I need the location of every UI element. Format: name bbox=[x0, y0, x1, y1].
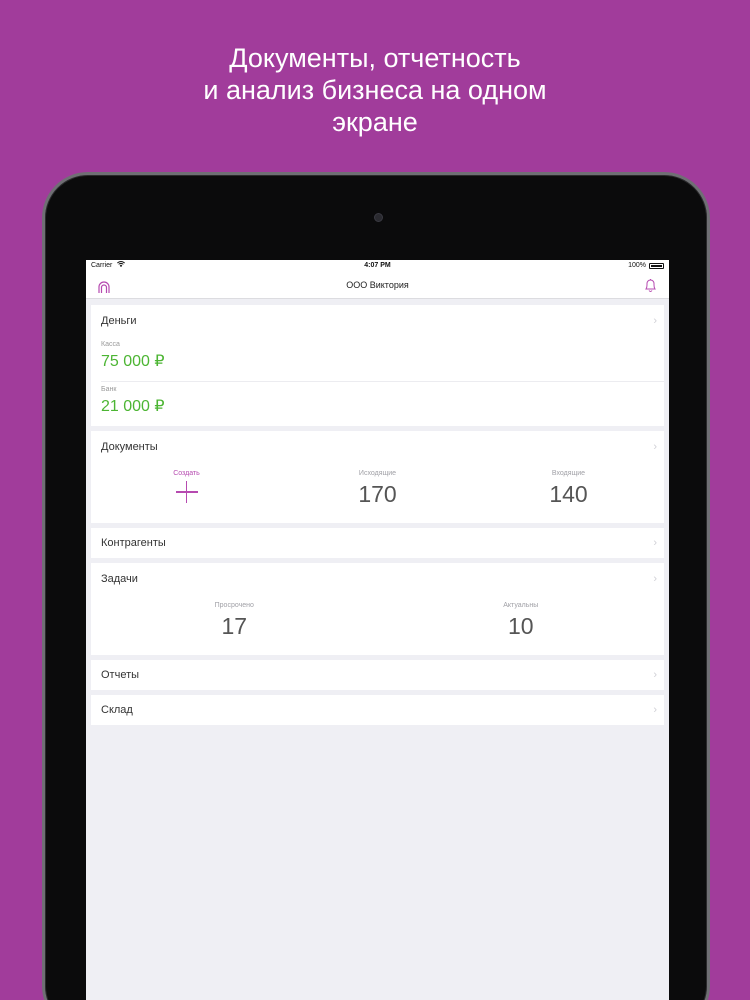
chevron-right-icon: › bbox=[653, 441, 657, 453]
plus-icon[interactable] bbox=[175, 481, 198, 503]
tasks-header[interactable]: Задачи › bbox=[91, 563, 664, 595]
overdue-tasks[interactable]: Просрочено 17 bbox=[91, 595, 378, 640]
chevron-right-icon: › bbox=[653, 315, 657, 327]
warehouse-title: Склад bbox=[101, 704, 133, 716]
reports-title: Отчеты bbox=[101, 669, 140, 681]
warehouse-header[interactable]: Склад › bbox=[91, 695, 664, 725]
battery-icon bbox=[649, 263, 664, 269]
chevron-right-icon: › bbox=[653, 704, 657, 716]
money-header[interactable]: Деньги › bbox=[91, 305, 664, 337]
documents-header[interactable]: Документы › bbox=[91, 431, 664, 463]
nav-bar: ООО Виктория bbox=[86, 272, 669, 299]
chevron-right-icon: › bbox=[653, 537, 657, 549]
chevron-right-icon: › bbox=[653, 573, 657, 585]
contractors-header[interactable]: Контрагенты › bbox=[91, 528, 664, 558]
incoming-value: 140 bbox=[549, 481, 588, 507]
headline-line-2: и анализ бизнеса на одном bbox=[203, 75, 547, 105]
outgoing-value: 170 bbox=[358, 481, 397, 507]
status-time: 4:07 PM bbox=[364, 262, 391, 269]
actual-value: 10 bbox=[507, 613, 534, 639]
battery-percent: 100% bbox=[628, 262, 646, 269]
chevron-right-icon: › bbox=[653, 669, 657, 681]
documents-title: Документы bbox=[101, 441, 158, 453]
money-row-cash[interactable]: Касса 75 000 ₽ bbox=[91, 337, 664, 381]
money-title: Деньги bbox=[101, 315, 137, 327]
documents-stats: Создать Исходящие 170 Входящие 140 bbox=[91, 463, 664, 523]
tasks-stats: Просрочено 17 Актуальны 10 bbox=[91, 595, 664, 655]
cash-value: 75 000 ₽ bbox=[101, 353, 165, 370]
contractors-card[interactable]: Контрагенты › bbox=[91, 528, 664, 558]
incoming-label: Входящие bbox=[551, 470, 586, 477]
incoming-documents[interactable]: Входящие 140 bbox=[473, 463, 664, 508]
app-screen: Carrier 4:07 PM 100% ООО Виктория Деньги… bbox=[86, 260, 669, 1000]
outgoing-documents[interactable]: Исходящие 170 bbox=[282, 463, 473, 508]
overdue-label: Просрочено bbox=[214, 602, 254, 609]
profile-icon[interactable] bbox=[97, 278, 111, 293]
contractors-title: Контрагенты bbox=[101, 537, 166, 549]
cash-label: Касса bbox=[101, 341, 120, 348]
headline-line-1: Документы, отчетность bbox=[229, 43, 521, 73]
actual-tasks[interactable]: Актуальны 10 bbox=[378, 595, 665, 640]
camera-icon bbox=[374, 213, 383, 222]
headline-line-3: экране bbox=[332, 107, 418, 137]
dashboard-content: Деньги › Касса 75 000 ₽ Банк 21 000 ₽ До… bbox=[86, 299, 669, 725]
documents-card[interactable]: Документы › Создать Исходящие 170 Входящ… bbox=[91, 431, 664, 523]
bank-label: Банк bbox=[101, 386, 117, 393]
warehouse-card[interactable]: Склад › bbox=[91, 695, 664, 725]
reports-card[interactable]: Отчеты › bbox=[91, 660, 664, 690]
reports-header[interactable]: Отчеты › bbox=[91, 660, 664, 690]
create-label: Создать bbox=[173, 470, 200, 477]
actual-label: Актуальны bbox=[503, 602, 539, 609]
bell-icon[interactable] bbox=[644, 277, 657, 292]
overdue-value: 17 bbox=[221, 613, 248, 639]
tasks-card[interactable]: Задачи › Просрочено 17 Актуальны 10 bbox=[91, 563, 664, 655]
money-card[interactable]: Деньги › Касса 75 000 ₽ Банк 21 000 ₽ bbox=[91, 305, 664, 426]
status-bar: Carrier 4:07 PM 100% bbox=[86, 260, 669, 272]
create-document-button[interactable]: Создать bbox=[91, 463, 282, 508]
tablet-frame: Carrier 4:07 PM 100% ООО Виктория Деньги… bbox=[42, 172, 710, 1000]
tasks-title: Задачи bbox=[101, 573, 138, 585]
money-row-bank[interactable]: Банк 21 000 ₽ bbox=[91, 382, 664, 426]
bank-value: 21 000 ₽ bbox=[101, 398, 165, 415]
outgoing-label: Исходящие bbox=[358, 470, 397, 477]
nav-title: ООО Виктория bbox=[346, 280, 409, 290]
battery-status: 100% bbox=[628, 260, 664, 272]
headline: Документы, отчетность и анализ бизнеса н… bbox=[0, 42, 750, 138]
